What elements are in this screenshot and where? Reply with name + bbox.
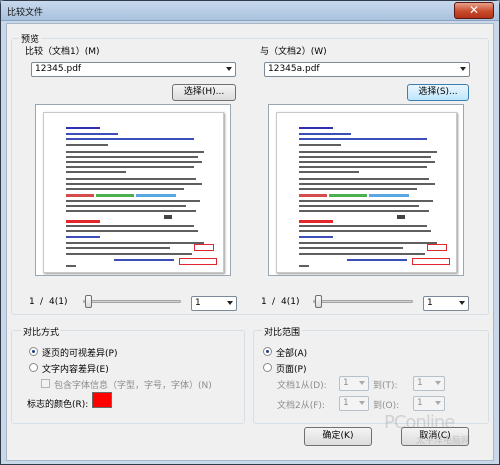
window-title: 比较文件 xyxy=(7,8,44,18)
method-group-label: 对比方式 xyxy=(21,325,62,338)
doc1-page-slider-track[interactable] xyxy=(83,300,181,303)
include-font-label: 包含字体信息（字型，字号，字体）(N) xyxy=(54,381,212,391)
doc2-page-slider-track[interactable] xyxy=(313,300,413,303)
doc2-from-value: 1 xyxy=(343,398,349,408)
doc1-page-current: 1 xyxy=(29,297,35,307)
range-group-label: 对比范围 xyxy=(262,325,303,338)
doc1-page-separator: / xyxy=(40,297,44,307)
doc2-page-total: 4(1) xyxy=(281,297,300,307)
dialog-body: 预览 比较（文档1）(M) 12345.pdf 选择(H)... 1 / 4(1… xyxy=(6,23,494,461)
doc1-label: 比较（文档1）(M) xyxy=(25,47,100,57)
doc1-page-total: 4(1) xyxy=(49,297,68,307)
doc1-select-button[interactable]: 选择(H)... xyxy=(172,84,236,101)
doc1-from-value: 1 xyxy=(343,378,349,388)
doc1-page-select-value: 1 xyxy=(195,298,201,308)
doc1-to-value: 1 xyxy=(417,378,423,388)
doc1-page-slider-thumb[interactable] xyxy=(85,295,92,308)
compare-files-dialog: 比较文件 ✕ 预览 比较（文档1）(M) 12345.pdf 选择(H)... xyxy=(0,0,500,465)
visual-diff-label[interactable]: 逐页的可视差异(P) xyxy=(42,346,117,359)
doc2-file-select[interactable]: 12345a.pdf xyxy=(264,62,470,77)
text-diff-radio[interactable] xyxy=(29,363,38,372)
chevron-down-icon xyxy=(359,401,365,405)
doc1-to-label: 到(T): xyxy=(373,381,398,391)
text-diff-label[interactable]: 文字内容差异(E) xyxy=(42,362,109,375)
range-pages-radio[interactable] xyxy=(263,363,272,372)
chevron-down-icon xyxy=(359,381,365,385)
doc2-to-value: 1 xyxy=(417,398,423,408)
doc2-page-separator: / xyxy=(272,297,276,307)
doc1-from-select[interactable]: 1 xyxy=(339,376,369,391)
doc2-page-select-value: 1 xyxy=(427,298,433,308)
doc1-to-select[interactable]: 1 xyxy=(413,376,445,391)
doc1-page-select[interactable]: 1 xyxy=(191,296,237,311)
doc1-file-select[interactable]: 12345.pdf xyxy=(31,62,236,77)
doc2-page-current: 1 xyxy=(261,297,267,307)
doc2-select-button[interactable]: 选择(S)... xyxy=(407,84,469,101)
chevron-down-icon xyxy=(435,381,441,385)
range-all-label[interactable]: 全部(A) xyxy=(276,346,307,359)
close-icon[interactable]: ✕ xyxy=(454,2,494,19)
doc1-from-label: 文档1从(D): xyxy=(277,381,327,391)
range-pages-label[interactable]: 页面(P) xyxy=(276,362,306,375)
chevron-down-icon xyxy=(459,301,465,305)
watermark-sub: 太平洋电脑网 xyxy=(416,436,471,446)
mark-color-swatch[interactable] xyxy=(92,392,112,408)
visual-diff-radio[interactable] xyxy=(29,347,38,356)
doc1-file-value: 12345.pdf xyxy=(35,64,82,74)
doc2-to-select[interactable]: 1 xyxy=(413,396,445,411)
chevron-down-icon xyxy=(435,401,441,405)
title-bar[interactable]: 比较文件 ✕ xyxy=(1,1,499,21)
ok-button[interactable]: 确定(K) xyxy=(304,427,372,446)
doc2-label: 与（文档2）(W) xyxy=(260,47,327,57)
chevron-down-icon xyxy=(460,67,466,71)
range-all-radio[interactable] xyxy=(263,347,272,356)
include-font-checkbox[interactable] xyxy=(41,379,50,388)
doc2-page-thumbnail xyxy=(276,112,457,273)
doc2-page-select[interactable]: 1 xyxy=(423,296,469,311)
doc2-file-value: 12345a.pdf xyxy=(268,64,320,74)
chevron-down-icon xyxy=(227,301,233,305)
doc1-preview-pane xyxy=(35,104,231,276)
doc2-from-select[interactable]: 1 xyxy=(339,396,369,411)
doc2-preview-pane xyxy=(268,104,464,276)
chevron-down-icon xyxy=(226,67,232,71)
mark-color-label: 标志的颜色(R): xyxy=(27,400,89,410)
doc1-page-thumbnail xyxy=(43,112,224,273)
doc2-from-label: 文档2从(F): xyxy=(277,401,325,411)
doc2-page-slider-thumb[interactable] xyxy=(315,295,322,308)
doc2-to-label: 到(O): xyxy=(373,401,400,411)
watermark-brand: PConline xyxy=(384,412,455,433)
